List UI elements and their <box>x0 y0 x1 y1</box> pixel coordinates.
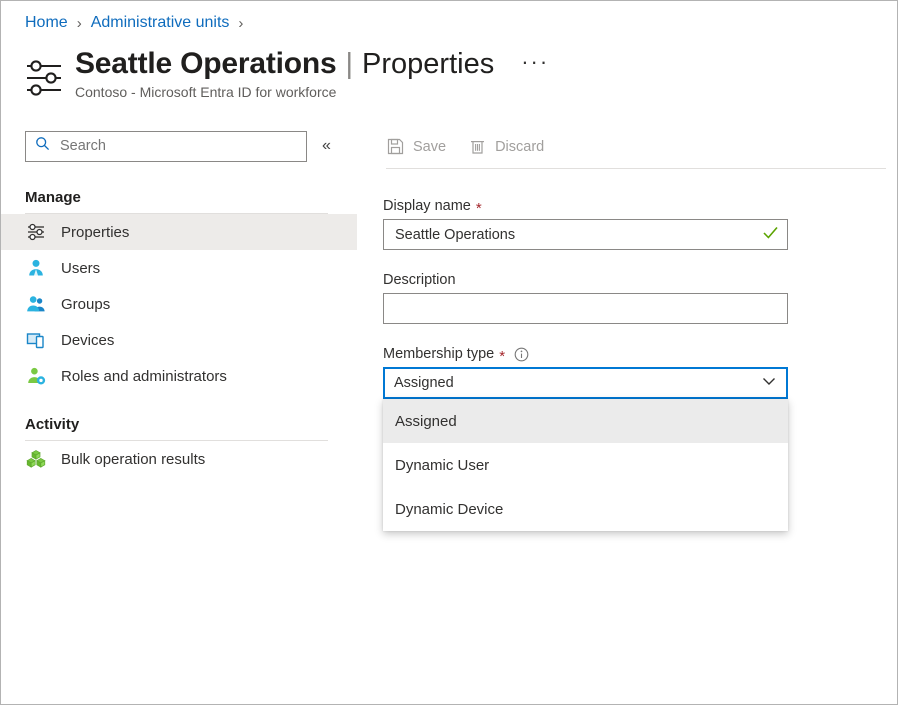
dropdown-option-assigned[interactable]: Assigned <box>383 399 788 443</box>
sidebar-item-groups[interactable]: Groups <box>1 286 357 322</box>
content-pane: Save Discard Display name <box>357 125 897 704</box>
portal-window: Home › Administrative units › Seattle Op… <box>0 0 898 705</box>
dropdown-option-label: Dynamic User <box>395 457 489 474</box>
display-name-field[interactable] <box>383 219 788 250</box>
title-divider: | <box>345 48 353 81</box>
description-label: Description <box>383 272 897 288</box>
breadcrumb-separator-icon: › <box>77 15 82 32</box>
search-icon <box>35 136 50 156</box>
required-marker: * <box>476 201 482 216</box>
sidebar-section-manage: Manage <box>1 189 357 206</box>
sidebar-item-label: Groups <box>61 296 110 313</box>
sidebar-item-label: Devices <box>61 332 114 349</box>
dropdown-option-dynamic-user[interactable]: Dynamic User <box>383 443 788 487</box>
page-title: Seattle Operations <box>75 47 336 81</box>
breadcrumb-separator-icon: › <box>238 15 243 32</box>
dropdown-option-dynamic-device[interactable]: Dynamic Device <box>383 487 788 531</box>
dropdown-option-label: Dynamic Device <box>395 501 503 518</box>
discard-button-label: Discard <box>495 139 544 155</box>
chevron-down-icon <box>761 373 777 394</box>
discard-button[interactable]: Discard <box>468 131 544 163</box>
sidebar-item-devices[interactable]: Devices <box>1 322 357 358</box>
membership-type-label: Membership type * <box>383 346 897 362</box>
search-box[interactable] <box>25 131 307 162</box>
breadcrumb-item-administrative-units[interactable]: Administrative units <box>91 14 230 32</box>
description-input[interactable] <box>393 300 779 318</box>
membership-type-dropdown: Assigned Dynamic User Dynamic Device <box>383 399 788 531</box>
sidebar-item-label: Roles and administrators <box>61 368 227 385</box>
info-icon[interactable] <box>514 347 529 362</box>
sidebar-item-properties[interactable]: Properties <box>1 214 357 250</box>
more-options-button[interactable]: ··· <box>521 49 549 75</box>
sidebar-search-row: « <box>1 125 357 167</box>
cubes-icon <box>25 448 47 470</box>
sliders-icon <box>25 221 47 243</box>
sliders-icon <box>23 57 65 99</box>
membership-type-select-wrap: Assigned Assigned Dynamic User <box>383 367 788 399</box>
collapse-sidebar-icon[interactable]: « <box>322 138 331 154</box>
membership-type-value: Assigned <box>394 375 761 391</box>
sidebar-item-bulk-operation-results[interactable]: Bulk operation results <box>1 441 357 477</box>
device-icon <box>25 329 47 351</box>
page-header: Seattle Operations | Properties ··· Cont… <box>23 47 549 100</box>
save-icon <box>386 138 404 156</box>
command-toolbar: Save Discard <box>357 125 897 168</box>
breadcrumb: Home › Administrative units › <box>25 11 252 35</box>
group-icon <box>25 293 47 315</box>
sidebar-item-label: Properties <box>61 224 129 241</box>
role-user-icon <box>25 365 47 387</box>
description-field[interactable] <box>383 293 788 324</box>
properties-form: Display name * Description Member <box>357 169 897 464</box>
tenant-subtitle: Contoso - Microsoft Entra ID for workfor… <box>75 84 549 100</box>
checkmark-icon <box>762 224 779 246</box>
dropdown-option-label: Assigned <box>395 413 457 430</box>
display-name-label: Display name * <box>383 198 897 214</box>
user-icon <box>25 257 47 279</box>
sidebar-item-roles-and-administrators[interactable]: Roles and administrators <box>1 358 357 394</box>
breadcrumb-item-home[interactable]: Home <box>25 14 68 32</box>
required-marker: * <box>499 349 505 364</box>
sidebar-section-activity: Activity <box>1 416 357 433</box>
sidebar-item-label: Bulk operation results <box>61 451 205 468</box>
trash-icon <box>468 138 486 156</box>
sidebar-item-users[interactable]: Users <box>1 250 357 286</box>
membership-type-select[interactable]: Assigned <box>383 367 788 399</box>
sidebar-item-label: Users <box>61 260 100 277</box>
sidebar: « Manage Properties <box>1 125 357 705</box>
save-button-label: Save <box>413 139 446 155</box>
search-input[interactable] <box>58 137 278 155</box>
display-name-input[interactable] <box>393 226 762 244</box>
page-section-title: Properties <box>362 48 494 81</box>
save-button[interactable]: Save <box>386 131 446 163</box>
